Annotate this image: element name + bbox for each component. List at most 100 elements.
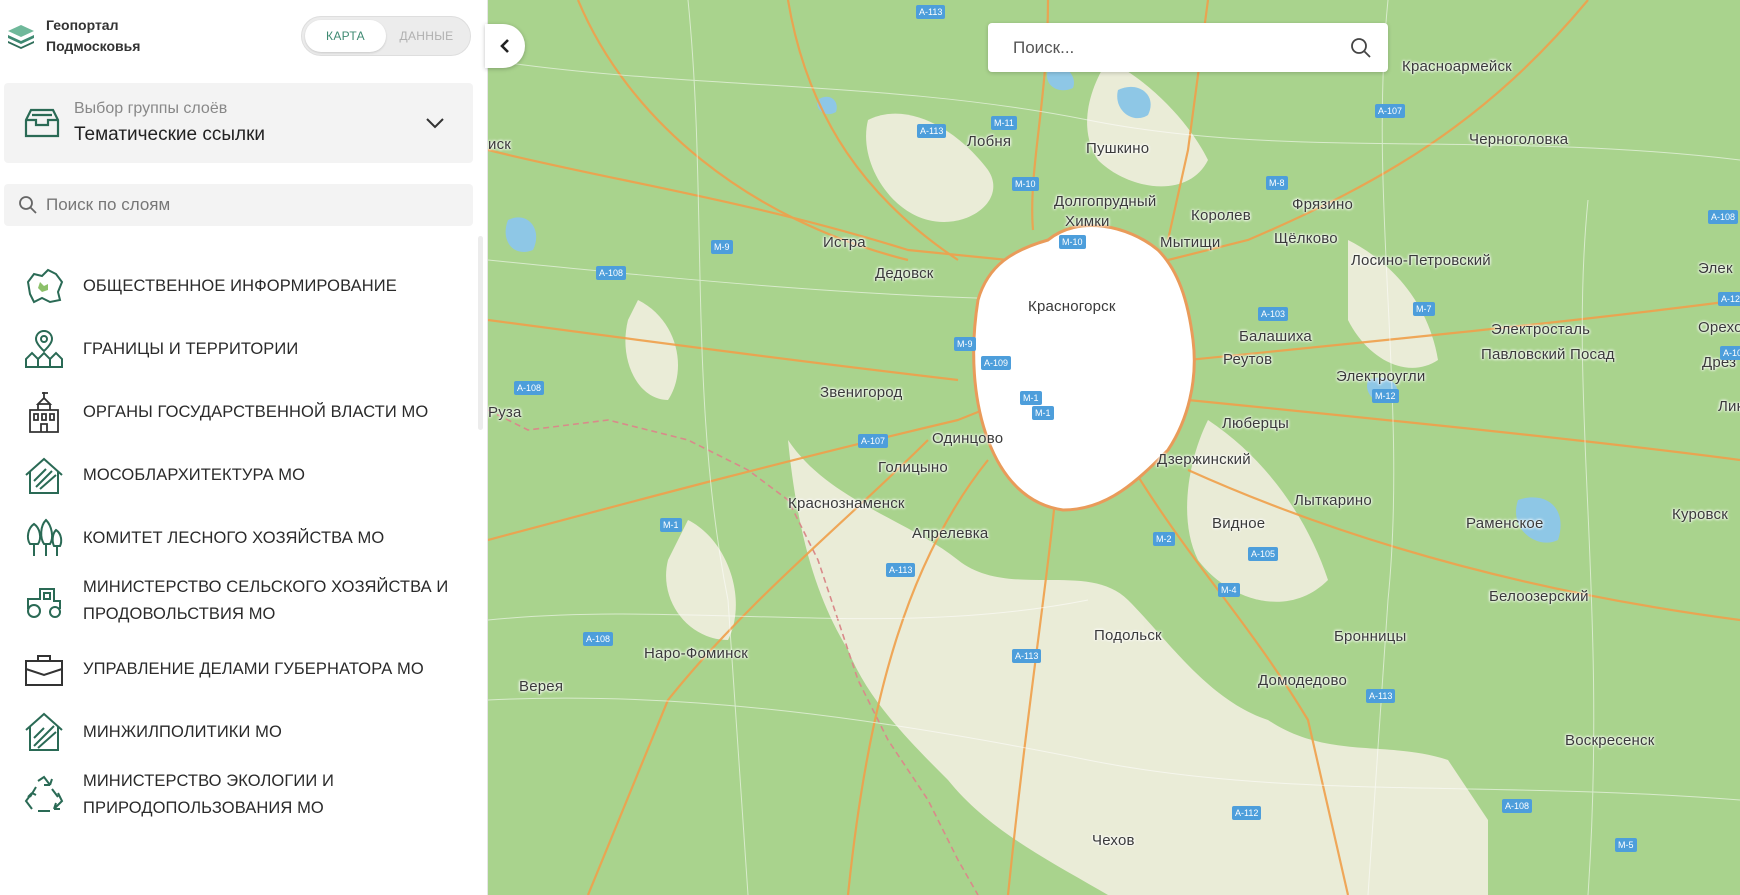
- search-icon: [1351, 37, 1371, 58]
- city-label: Лыткарино: [1294, 492, 1372, 509]
- category-label: УПРАВЛЕНИЕ ДЕЛАМИ ГУБЕРНАТОРА МО: [83, 659, 424, 678]
- road-shield: М-1: [660, 518, 682, 532]
- search-icon: [19, 196, 37, 214]
- road-shield: А-113: [1012, 649, 1042, 663]
- city-label: Руза: [488, 404, 522, 421]
- government-building-icon: [29, 392, 59, 433]
- city-label: Долгопрудный: [1054, 193, 1157, 210]
- road-shield: А-109: [981, 356, 1012, 370]
- city-label: Чехов: [1092, 832, 1135, 849]
- city-label: Пушкино: [1086, 140, 1150, 157]
- city-label: Химки: [1065, 213, 1110, 230]
- category-label: ОРГАНЫ ГОСУДАРСТВЕННОЙ ВЛАСТИ МО: [83, 402, 429, 421]
- category-item-borders[interactable]: ГРАНИЦЫ И ТЕРРИТОРИИ: [0, 327, 478, 371]
- road-shield: А-113: [1366, 689, 1396, 703]
- category-item-housing[interactable]: МИНЖИЛПОЛИТИКИ МО: [0, 710, 478, 754]
- road-shield: М-9: [711, 240, 733, 254]
- city-label: Красноармейск: [1402, 58, 1512, 75]
- road-shield: М-11: [991, 116, 1017, 130]
- app-title-line2: Подмосковья: [46, 38, 141, 54]
- location-pin-houses-icon: [25, 329, 63, 368]
- toggle-map-button[interactable]: КАРТА: [305, 20, 386, 52]
- road-shield: А-108: [596, 266, 627, 280]
- tractor-icon: [27, 588, 61, 618]
- category-item-governor-affairs[interactable]: УПРАВЛЕНИЕ ДЕЛАМИ ГУБЕРНАТОРА МО: [0, 647, 478, 691]
- city-label: Щёлково: [1274, 230, 1338, 247]
- road-shield: М-12: [1372, 389, 1399, 403]
- map-canvas[interactable]: Лобня Пушкино Красноармейск Черноголовка…: [488, 0, 1740, 895]
- category-item-government[interactable]: ОРГАНЫ ГОСУДАРСТВЕННОЙ ВЛАСТИ МО: [0, 390, 478, 434]
- city-label: Краснознаменск: [788, 495, 905, 512]
- city-label: Верея: [519, 678, 564, 695]
- road-shield: М-10: [1059, 235, 1086, 249]
- city-label: Истра: [823, 234, 866, 251]
- category-item-public-info[interactable]: ОБЩЕСТВЕННОЕ ИНФОРМИРОВАНИЕ: [0, 264, 478, 308]
- city-label: Раменское: [1466, 515, 1544, 532]
- city-label: Куровск: [1672, 506, 1729, 523]
- category-item-agriculture[interactable]: МИНИСТЕРСТВО СЕЛЬСКОГО ХОЗЯЙСТВА И ПРОДО…: [0, 568, 478, 634]
- layer-group-value: Тематические ссылки: [74, 124, 266, 145]
- chevron-left-icon: [500, 39, 509, 53]
- city-label: Одинцово: [932, 430, 1004, 447]
- road-shield: А-108: [1708, 210, 1739, 224]
- view-toggle[interactable]: КАРТА ДАННЫЕ: [301, 16, 471, 56]
- road-shield: А-108: [1502, 799, 1533, 813]
- road-shield: А-107: [858, 434, 889, 448]
- layer-group-select[interactable]: Выбор группы слоёв Тематические ссылки: [4, 83, 473, 163]
- city-label: Черноголовка: [1469, 131, 1569, 148]
- housing-plan-icon: [25, 712, 63, 751]
- road-shield: А-108: [583, 632, 614, 646]
- road-shield: А-113: [886, 563, 916, 577]
- layer-search-input[interactable]: [46, 195, 473, 215]
- city-label: Домодедово: [1258, 672, 1347, 689]
- city-label: Королев: [1191, 207, 1251, 224]
- city-label: Фрязино: [1292, 196, 1353, 213]
- city-label: Орехово: [1698, 319, 1740, 336]
- road-shield: А-108: [1720, 346, 1740, 360]
- city-label: Бронницы: [1334, 628, 1407, 645]
- category-item-forestry[interactable]: КОМИТЕТ ЛЕСНОГО ХОЗЯЙСТВА МО: [0, 516, 478, 560]
- road-shield: А-103: [1258, 307, 1289, 321]
- category-label-line2: ПРОДОВОЛЬСТВИЯ МО: [83, 605, 276, 623]
- city-label: Дзержинский: [1157, 451, 1251, 468]
- app-title-line1: Геопортал: [46, 17, 119, 33]
- toggle-data-button[interactable]: ДАННЫЕ: [386, 20, 467, 52]
- city-label: Наро-Фоминск: [644, 645, 749, 662]
- sidebar-header: Геопортал Подмосковья КАРТА ДАННЫЕ: [0, 0, 487, 72]
- sidebar-scrollbar[interactable]: [478, 236, 483, 430]
- category-item-ecology[interactable]: МИНИСТЕРСТВО ЭКОЛОГИИ И ПРИРОДОПОЛЬЗОВАН…: [0, 762, 478, 828]
- map-search-input[interactable]: [1013, 37, 1350, 58]
- category-label: МИНЖИЛПОЛИТИКИ МО: [83, 722, 282, 741]
- city-label: Апрелевка: [912, 525, 989, 542]
- app-logo[interactable]: Геопортал Подмосковья: [6, 15, 140, 57]
- city-label: Звенигород: [820, 384, 903, 401]
- recycle-icon: [24, 775, 64, 812]
- chevron-down-icon: [426, 118, 444, 129]
- city-label: иск: [488, 136, 512, 153]
- layer-search-box[interactable]: [4, 184, 473, 226]
- category-label: ОБЩЕСТВЕННОЕ ИНФОРМИРОВАНИЕ: [83, 276, 397, 295]
- city-label: Лобня: [967, 133, 1012, 150]
- road-shield: М-5: [1615, 838, 1637, 852]
- category-label-line2: ПРИРОДОПОЛЬЗОВАНИЯ МО: [83, 799, 324, 817]
- sidebar: Геопортал Подмосковья КАРТА ДАННЫЕ Выбор…: [0, 0, 488, 895]
- road-shield: А-112: [1232, 806, 1262, 820]
- city-label: Дедовск: [875, 265, 934, 282]
- map-search-box[interactable]: [988, 23, 1388, 72]
- road-shield: А-113: [916, 5, 946, 19]
- forest-trees-icon: [26, 518, 63, 556]
- road-shield: А-107: [1375, 104, 1406, 118]
- city-label: Люберцы: [1222, 415, 1289, 432]
- architecture-house-icon: [25, 457, 63, 494]
- road-shield: М-1: [1020, 391, 1042, 405]
- category-item-architecture[interactable]: МОСОБЛАРХИТЕКТУРА МО: [0, 453, 478, 497]
- category-label: МОСОБЛАРХИТЕКТУРА МО: [83, 465, 306, 484]
- road-shield: М-8: [1266, 176, 1288, 190]
- city-label: Лосино-Петровский: [1351, 252, 1491, 269]
- category-label-line1: МИНИСТЕРСТВО СЕЛЬСКОГО ХОЗЯЙСТВА И: [83, 578, 449, 596]
- city-label: Электросталь: [1491, 321, 1591, 338]
- city-label: Подольск: [1094, 627, 1162, 644]
- road-shield: М-2: [1153, 532, 1175, 546]
- city-label: Белоозерский: [1489, 588, 1589, 605]
- city-label: Павловский Посад: [1481, 346, 1615, 363]
